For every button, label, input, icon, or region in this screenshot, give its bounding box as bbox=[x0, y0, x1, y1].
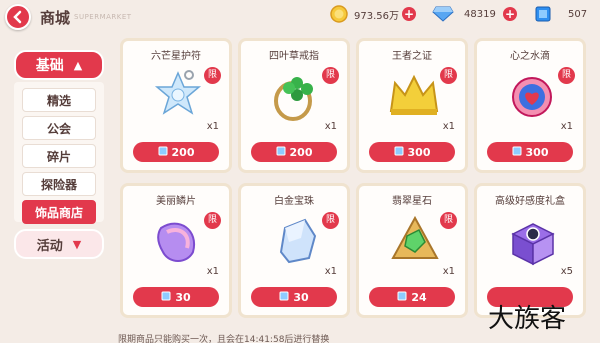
chevron-up-icon: ▲ bbox=[73, 58, 83, 72]
shop-item-card[interactable]: 心之水滴 限 x1 300 bbox=[474, 38, 586, 173]
item-name: 四叶草戒指 bbox=[269, 51, 319, 62]
cube-currency-icon bbox=[397, 291, 407, 304]
buy-button[interactable]: 300 bbox=[369, 142, 455, 162]
shell-scale-icon bbox=[157, 222, 196, 262]
item-price: 30 bbox=[175, 290, 191, 304]
coin-counter: 973.56万 bbox=[330, 5, 399, 23]
watermark: 大族客 bbox=[488, 304, 567, 334]
gem-counter: 48319 bbox=[432, 5, 496, 23]
cube-currency-icon bbox=[394, 146, 404, 159]
item-quantity: x1 bbox=[442, 266, 455, 277]
item-name: 王者之证 bbox=[392, 51, 432, 62]
buy-button[interactable]: 200 bbox=[251, 142, 337, 162]
buy-button[interactable]: 300 bbox=[487, 142, 573, 162]
item-price: 200 bbox=[289, 145, 313, 159]
blue-gem-icon bbox=[432, 6, 454, 22]
page-subtitle: SUPERMARKET bbox=[74, 13, 132, 21]
item-quantity: x1 bbox=[206, 266, 219, 277]
chevron-left-icon bbox=[13, 10, 22, 24]
back-button[interactable] bbox=[5, 4, 31, 30]
add-gems-button[interactable]: + bbox=[503, 7, 517, 21]
snowflake-amulet-icon bbox=[154, 70, 202, 115]
item-name: 白金宝珠 bbox=[274, 196, 314, 207]
blue-cube-icon bbox=[535, 6, 551, 22]
crystal-gem-icon bbox=[279, 218, 317, 264]
buy-button[interactable]: 30 bbox=[133, 287, 219, 307]
cube-currency-icon bbox=[161, 291, 171, 304]
item-price: 300 bbox=[525, 145, 549, 159]
buy-button[interactable]: 30 bbox=[251, 287, 337, 307]
buy-button[interactable]: 200 bbox=[133, 142, 219, 162]
sidebar-item-featured[interactable]: 精选 bbox=[22, 88, 96, 112]
gift-box-icon bbox=[511, 223, 555, 266]
item-name: 心之水滴 bbox=[510, 51, 550, 62]
sidebar-section-basic[interactable]: 基础 ▲ bbox=[14, 50, 104, 80]
add-coins-button[interactable]: + bbox=[402, 7, 416, 21]
cube-counter: 507 bbox=[534, 5, 587, 23]
cube-currency-icon bbox=[279, 291, 289, 304]
item-quantity: x1 bbox=[206, 121, 219, 132]
item-name: 高级好感度礼盒 bbox=[495, 196, 565, 207]
buy-button[interactable]: 24 bbox=[369, 287, 455, 307]
item-quantity: x1 bbox=[442, 121, 455, 132]
chevron-down-icon: ▼ bbox=[72, 237, 82, 251]
page-title: 商城 bbox=[40, 9, 71, 27]
shop-item-card[interactable]: 王者之证 限 x1 300 bbox=[356, 38, 468, 173]
item-price: 30 bbox=[293, 290, 309, 304]
sidebar-item-explorer[interactable]: 探险器 bbox=[22, 172, 96, 196]
heart-drop-icon bbox=[512, 77, 552, 117]
clover-ring-icon bbox=[274, 77, 313, 121]
item-price: 24 bbox=[411, 290, 427, 304]
sidebar-section-events[interactable]: 活动 ▼ bbox=[14, 229, 104, 259]
item-name: 翡翠星石 bbox=[392, 196, 432, 207]
item-name: 六芒星护符 bbox=[151, 51, 201, 62]
shop-item-card[interactable]: 四叶草戒指 限 x1 200 bbox=[238, 38, 350, 173]
top-bar: 商城 SUPERMARKET 973.56万 + 48319 + 507 bbox=[0, 0, 600, 30]
cube-currency-icon bbox=[512, 146, 522, 159]
item-quantity: x1 bbox=[560, 121, 573, 132]
sidebar-section-label: 基础 bbox=[35, 58, 64, 74]
coin-value: 973.56万 bbox=[354, 10, 399, 22]
sidebar-item-fragments[interactable]: 碎片 bbox=[22, 144, 96, 168]
shop-item-card[interactable]: 白金宝珠 限 x1 30 bbox=[238, 183, 350, 318]
limited-items-notice: 限期商品只能购买一次，且会在14:41:58后进行替换 bbox=[118, 335, 330, 343]
gem-value: 48319 bbox=[464, 8, 496, 20]
item-quantity: x5 bbox=[560, 266, 573, 277]
sidebar-section-label: 活动 bbox=[36, 238, 63, 254]
cube-currency-icon bbox=[276, 146, 286, 159]
item-quantity: x1 bbox=[324, 121, 337, 132]
emerald-pendant-icon bbox=[391, 215, 439, 259]
shop-item-card[interactable]: 六芒星护符 限 x1 200 bbox=[120, 38, 232, 173]
cube-currency-icon bbox=[158, 146, 168, 159]
sidebar-item-accessory-shop[interactable]: 饰品商店 bbox=[22, 200, 96, 224]
shop-item-card[interactable]: 美丽鳞片 限 x1 30 bbox=[120, 183, 232, 318]
item-price: 200 bbox=[171, 145, 195, 159]
item-name: 美丽鳞片 bbox=[156, 196, 196, 207]
gold-crown-icon bbox=[389, 74, 439, 115]
shop-item-card[interactable]: 翡翠星石 限 x1 24 bbox=[356, 183, 468, 318]
gold-coin-icon bbox=[330, 5, 348, 23]
item-quantity: x1 bbox=[324, 266, 337, 277]
sidebar-item-guild[interactable]: 公会 bbox=[22, 116, 96, 140]
item-price: 300 bbox=[407, 145, 431, 159]
cube-value: 507 bbox=[568, 8, 588, 20]
